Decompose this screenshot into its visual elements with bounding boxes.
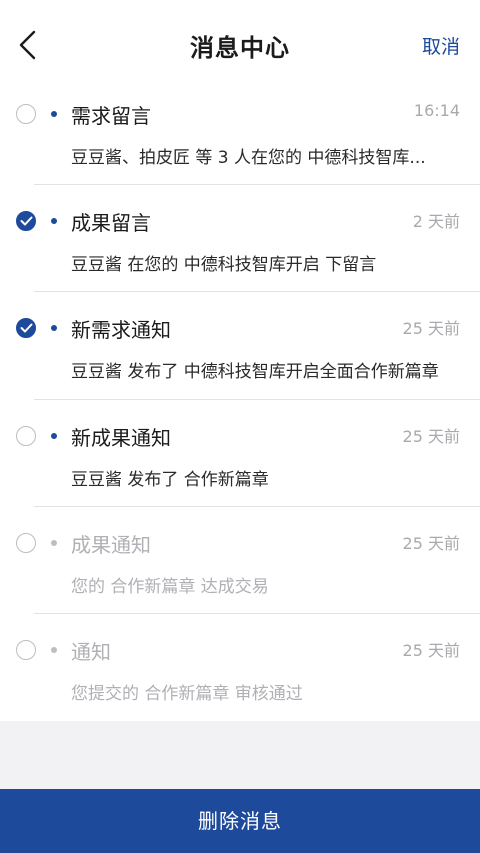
message-title: 新成果通知 <box>71 425 171 450</box>
status-dot <box>51 325 57 332</box>
checkmark-icon <box>20 323 33 333</box>
select-checkbox[interactable] <box>16 639 36 660</box>
message-title: 成果留言 <box>71 211 151 236</box>
message-time: 25 天前 <box>402 319 460 339</box>
message-title: 新需求通知 <box>71 318 171 343</box>
message-body: 豆豆酱、拍皮匠 等 3 人在您的 中德科技智库... <box>71 148 426 168</box>
message-item[interactable]: 通知 25 天前 您提交的 合作新篇章 审核通过 <box>0 614 480 721</box>
select-checkbox[interactable] <box>16 532 36 553</box>
status-dot <box>51 218 57 225</box>
message-body: 您的 合作新篇章 达成交易 <box>71 576 269 597</box>
message-title: 通知 <box>71 639 111 664</box>
message-body: 您提交的 合作新篇章 审核通过 <box>71 683 303 704</box>
message-body: 豆豆酱 在您的 中德科技智库开启 下留言 <box>71 255 377 276</box>
message-title: 需求留言 <box>71 104 151 128</box>
status-dot <box>51 432 57 439</box>
select-checkbox[interactable] <box>16 104 36 124</box>
message-body: 豆豆酱 发布了 中德科技智库开启全面合作新篇章 <box>71 362 439 383</box>
message-item[interactable]: 需求留言 16:14 豆豆酱、拍皮匠 等 3 人在您的 中德科技智库... <box>0 78 480 186</box>
message-time: 16:14 <box>413 101 460 120</box>
page-title: 消息中心 <box>190 34 290 62</box>
delete-messages-button[interactable]: 删除消息 <box>0 789 480 853</box>
cancel-button[interactable]: 取消 <box>422 32 460 59</box>
nav-bar: 消息中心 取消 <box>0 0 480 78</box>
status-dot <box>51 539 57 546</box>
message-item[interactable]: 成果通知 25 天前 您的 合作新篇章 达成交易 <box>0 507 480 614</box>
message-time: 25 天前 <box>402 426 460 446</box>
status-dot <box>51 111 57 117</box>
message-item[interactable]: 新需求通知 25 天前 豆豆酱 发布了 中德科技智库开启全面合作新篇章 <box>0 292 480 400</box>
status-dot <box>51 646 57 653</box>
select-checkbox[interactable] <box>16 318 36 339</box>
message-time: 2 天前 <box>412 212 460 232</box>
message-title: 成果通知 <box>71 532 151 557</box>
select-checkbox[interactable] <box>16 211 36 232</box>
message-time: 25 天前 <box>402 640 460 660</box>
checkmark-icon <box>20 216 33 226</box>
message-item[interactable]: 成果留言 2 天前 豆豆酱 在您的 中德科技智库开启 下留言 <box>0 185 480 293</box>
message-item[interactable]: 新成果通知 25 天前 豆豆酱 发布了 合作新篇章 <box>0 400 480 507</box>
message-time: 25 天前 <box>402 533 460 553</box>
message-body: 豆豆酱 发布了 合作新篇章 <box>71 469 269 490</box>
select-checkbox[interactable] <box>16 425 36 446</box>
message-list: 需求留言 16:14 豆豆酱、拍皮匠 等 3 人在您的 中德科技智库... 成果… <box>0 78 480 721</box>
